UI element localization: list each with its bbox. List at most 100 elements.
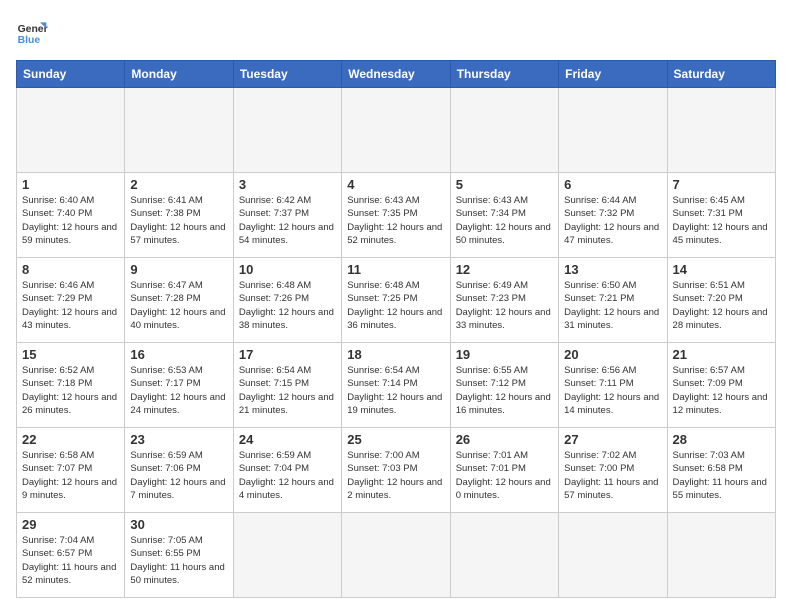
calendar-cell: 4 Sunrise: 6:43 AMSunset: 7:35 PMDayligh… [342,173,450,258]
day-number: 22 [22,432,119,447]
day-detail: Sunrise: 6:58 AMSunset: 7:07 PMDaylight:… [22,449,119,502]
col-friday: Friday [559,61,667,88]
day-number: 17 [239,347,336,362]
col-saturday: Saturday [667,61,775,88]
col-monday: Monday [125,61,233,88]
calendar-cell: 27 Sunrise: 7:02 AMSunset: 7:00 PMDaylig… [559,428,667,513]
day-number: 15 [22,347,119,362]
day-detail: Sunrise: 6:43 AMSunset: 7:34 PMDaylight:… [456,194,553,247]
calendar-cell: 26 Sunrise: 7:01 AMSunset: 7:01 PMDaylig… [450,428,558,513]
day-detail: Sunrise: 6:54 AMSunset: 7:14 PMDaylight:… [347,364,444,417]
calendar-cell [559,513,667,598]
day-detail: Sunrise: 6:56 AMSunset: 7:11 PMDaylight:… [564,364,661,417]
logo: General Blue [16,16,48,48]
day-number: 8 [22,262,119,277]
day-detail: Sunrise: 6:54 AMSunset: 7:15 PMDaylight:… [239,364,336,417]
calendar-week-row: 15 Sunrise: 6:52 AMSunset: 7:18 PMDaylig… [17,343,776,428]
calendar-cell: 16 Sunrise: 6:53 AMSunset: 7:17 PMDaylig… [125,343,233,428]
calendar-cell: 11 Sunrise: 6:48 AMSunset: 7:25 PMDaylig… [342,258,450,343]
day-detail: Sunrise: 6:49 AMSunset: 7:23 PMDaylight:… [456,279,553,332]
day-number: 26 [456,432,553,447]
calendar-cell [233,513,341,598]
day-detail: Sunrise: 6:51 AMSunset: 7:20 PMDaylight:… [673,279,770,332]
calendar-header-row: Sunday Monday Tuesday Wednesday Thursday… [17,61,776,88]
day-number: 5 [456,177,553,192]
day-detail: Sunrise: 6:52 AMSunset: 7:18 PMDaylight:… [22,364,119,417]
calendar-cell: 15 Sunrise: 6:52 AMSunset: 7:18 PMDaylig… [17,343,125,428]
day-number: 14 [673,262,770,277]
calendar-week-row [17,88,776,173]
calendar-week-row: 29 Sunrise: 7:04 AMSunset: 6:57 PMDaylig… [17,513,776,598]
calendar-cell: 19 Sunrise: 6:55 AMSunset: 7:12 PMDaylig… [450,343,558,428]
day-number: 6 [564,177,661,192]
col-wednesday: Wednesday [342,61,450,88]
day-number: 1 [22,177,119,192]
day-detail: Sunrise: 6:53 AMSunset: 7:17 PMDaylight:… [130,364,227,417]
calendar-cell: 6 Sunrise: 6:44 AMSunset: 7:32 PMDayligh… [559,173,667,258]
calendar-cell: 8 Sunrise: 6:46 AMSunset: 7:29 PMDayligh… [17,258,125,343]
day-number: 28 [673,432,770,447]
day-number: 21 [673,347,770,362]
calendar-cell: 2 Sunrise: 6:41 AMSunset: 7:38 PMDayligh… [125,173,233,258]
day-number: 12 [456,262,553,277]
calendar-cell [233,88,341,173]
calendar-cell [559,88,667,173]
calendar-cell: 1 Sunrise: 6:40 AMSunset: 7:40 PMDayligh… [17,173,125,258]
day-detail: Sunrise: 6:40 AMSunset: 7:40 PMDaylight:… [22,194,119,247]
day-detail: Sunrise: 6:59 AMSunset: 7:06 PMDaylight:… [130,449,227,502]
calendar-cell: 5 Sunrise: 6:43 AMSunset: 7:34 PMDayligh… [450,173,558,258]
day-number: 2 [130,177,227,192]
calendar-cell: 3 Sunrise: 6:42 AMSunset: 7:37 PMDayligh… [233,173,341,258]
day-detail: Sunrise: 7:04 AMSunset: 6:57 PMDaylight:… [22,534,119,587]
calendar-cell: 28 Sunrise: 7:03 AMSunset: 6:58 PMDaylig… [667,428,775,513]
day-number: 7 [673,177,770,192]
calendar-cell [342,513,450,598]
day-detail: Sunrise: 7:00 AMSunset: 7:03 PMDaylight:… [347,449,444,502]
day-number: 30 [130,517,227,532]
day-number: 27 [564,432,661,447]
day-number: 9 [130,262,227,277]
calendar-week-row: 22 Sunrise: 6:58 AMSunset: 7:07 PMDaylig… [17,428,776,513]
col-sunday: Sunday [17,61,125,88]
calendar-cell: 22 Sunrise: 6:58 AMSunset: 7:07 PMDaylig… [17,428,125,513]
page-header: General Blue [16,16,776,48]
day-detail: Sunrise: 7:05 AMSunset: 6:55 PMDaylight:… [130,534,227,587]
day-number: 18 [347,347,444,362]
calendar-cell: 23 Sunrise: 6:59 AMSunset: 7:06 PMDaylig… [125,428,233,513]
day-number: 25 [347,432,444,447]
day-number: 19 [456,347,553,362]
calendar-cell: 13 Sunrise: 6:50 AMSunset: 7:21 PMDaylig… [559,258,667,343]
calendar-week-row: 1 Sunrise: 6:40 AMSunset: 7:40 PMDayligh… [17,173,776,258]
day-detail: Sunrise: 6:47 AMSunset: 7:28 PMDaylight:… [130,279,227,332]
day-number: 3 [239,177,336,192]
day-detail: Sunrise: 7:02 AMSunset: 7:00 PMDaylight:… [564,449,661,502]
day-detail: Sunrise: 6:45 AMSunset: 7:31 PMDaylight:… [673,194,770,247]
calendar-cell [125,88,233,173]
col-tuesday: Tuesday [233,61,341,88]
day-detail: Sunrise: 7:01 AMSunset: 7:01 PMDaylight:… [456,449,553,502]
day-detail: Sunrise: 6:46 AMSunset: 7:29 PMDaylight:… [22,279,119,332]
day-number: 4 [347,177,444,192]
calendar-cell: 14 Sunrise: 6:51 AMSunset: 7:20 PMDaylig… [667,258,775,343]
calendar-cell: 21 Sunrise: 6:57 AMSunset: 7:09 PMDaylig… [667,343,775,428]
calendar-cell: 25 Sunrise: 7:00 AMSunset: 7:03 PMDaylig… [342,428,450,513]
day-detail: Sunrise: 6:41 AMSunset: 7:38 PMDaylight:… [130,194,227,247]
calendar-cell: 17 Sunrise: 6:54 AMSunset: 7:15 PMDaylig… [233,343,341,428]
calendar-cell [17,88,125,173]
day-detail: Sunrise: 6:48 AMSunset: 7:26 PMDaylight:… [239,279,336,332]
calendar-cell [667,88,775,173]
day-detail: Sunrise: 6:43 AMSunset: 7:35 PMDaylight:… [347,194,444,247]
svg-text:Blue: Blue [18,35,41,46]
day-detail: Sunrise: 6:44 AMSunset: 7:32 PMDaylight:… [564,194,661,247]
calendar-table: Sunday Monday Tuesday Wednesday Thursday… [16,60,776,598]
day-detail: Sunrise: 6:50 AMSunset: 7:21 PMDaylight:… [564,279,661,332]
day-detail: Sunrise: 6:42 AMSunset: 7:37 PMDaylight:… [239,194,336,247]
col-thursday: Thursday [450,61,558,88]
calendar-cell: 18 Sunrise: 6:54 AMSunset: 7:14 PMDaylig… [342,343,450,428]
calendar-cell: 20 Sunrise: 6:56 AMSunset: 7:11 PMDaylig… [559,343,667,428]
calendar-cell: 24 Sunrise: 6:59 AMSunset: 7:04 PMDaylig… [233,428,341,513]
day-detail: Sunrise: 7:03 AMSunset: 6:58 PMDaylight:… [673,449,770,502]
day-number: 13 [564,262,661,277]
day-detail: Sunrise: 6:57 AMSunset: 7:09 PMDaylight:… [673,364,770,417]
day-number: 10 [239,262,336,277]
